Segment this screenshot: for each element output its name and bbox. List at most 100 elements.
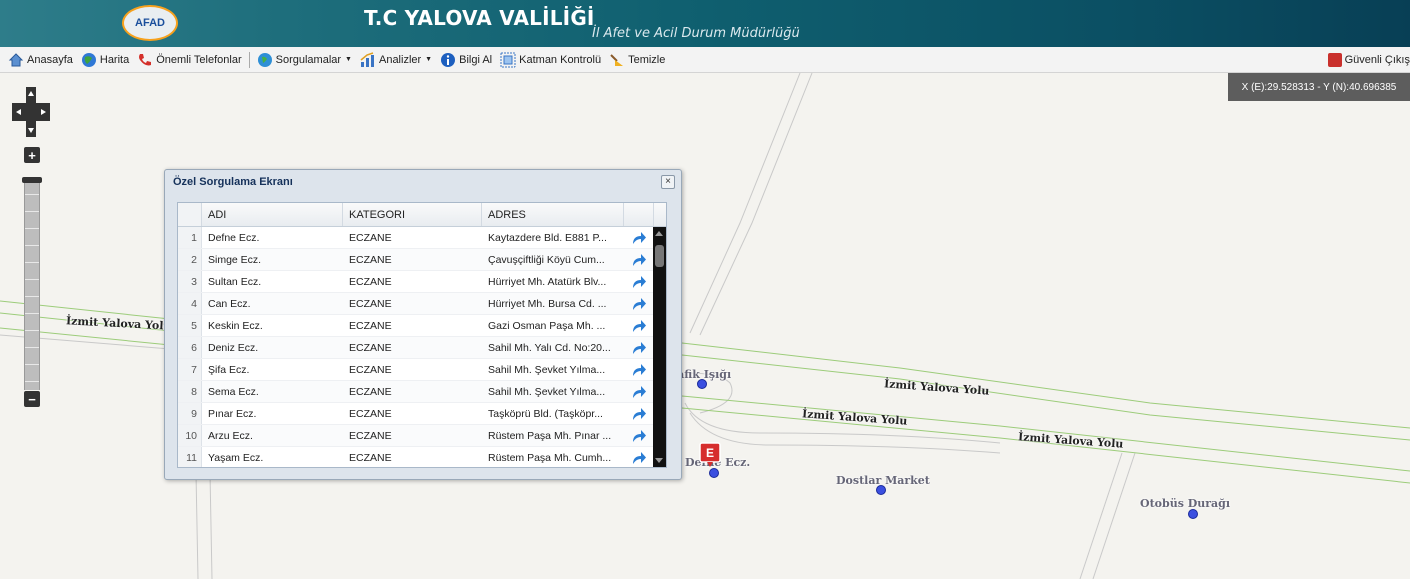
scroll-down-icon[interactable] [655, 458, 663, 463]
cell-adres: Hürriyet Mh. Bursa Cd. ... [488, 297, 607, 310]
table-row[interactable]: 6 Deniz Ecz. ECZANE Sahil Mh. Yalı Cd. No:2… [178, 337, 666, 359]
broom-icon [610, 53, 624, 66]
close-icon[interactable]: × [661, 175, 675, 189]
zoom-to-arrow-icon[interactable] [624, 447, 654, 467]
table-row[interactable]: 5 Keskin Ecz. ECZANE Gazi Osman Paşa Mh. ..… [178, 315, 666, 337]
row-number: 10 [178, 425, 202, 446]
zoom-in-button[interactable]: + [24, 147, 40, 163]
toolbar-sorgulamalar-menu[interactable]: Sorgulamalar ▼ [253, 49, 356, 71]
search-globe-icon [257, 52, 272, 67]
row-number-header [178, 203, 202, 226]
afad-logo[interactable]: AFAD [122, 5, 178, 41]
cell-adi: Simge Ecz. [208, 253, 262, 266]
table-row[interactable]: 9 Pınar Ecz. ECZANE Taşköprü Bld. (Taşköpr.… [178, 403, 666, 425]
toolbar-harita-button[interactable]: Harita [77, 49, 133, 71]
cell-adi: Yaşam Ecz. [208, 451, 264, 464]
cell-adi: Defne Ecz. [208, 231, 260, 244]
query-dialog: Özel Sorgulama Ekranı × ADI KATEGORI ADR… [164, 169, 682, 480]
zoom-to-arrow-icon[interactable] [624, 425, 654, 446]
table-row[interactable]: 7 Şifa Ecz. ECZANE Sahil Mh. Şevket Yılma..… [178, 359, 666, 381]
market-marker[interactable] [876, 485, 886, 495]
zoom-to-arrow-icon[interactable] [624, 249, 654, 270]
row-number: 3 [178, 271, 202, 292]
zoom-to-arrow-icon[interactable] [624, 359, 654, 380]
logout-icon [1327, 53, 1342, 67]
column-header-kategori[interactable]: KATEGORI [343, 203, 482, 226]
chevron-down-icon: ▼ [425, 56, 433, 63]
table-row[interactable]: 10 Arzu Ecz. ECZANE Rüstem Paşa Mh. Pınar .… [178, 425, 666, 447]
cell-kategori: ECZANE [349, 319, 392, 332]
logo-text: AFAD [135, 17, 165, 29]
coordinate-readout: X (E):29.528313 - Y (N):40.696385 [1228, 73, 1410, 101]
toolbar-item-label: Anasayfa [27, 53, 73, 66]
toolbar-separator [248, 51, 250, 68]
row-number: 4 [178, 293, 202, 314]
cell-adi: Pınar Ecz. [208, 407, 257, 420]
row-number: 7 [178, 359, 202, 380]
pan-control[interactable] [10, 85, 52, 139]
cell-adi: Sema Ecz. [208, 385, 259, 398]
zoom-to-arrow-icon[interactable] [624, 315, 654, 336]
cell-adres: Sahil Mh. Şevket Yılma... [488, 363, 606, 376]
toolbar-item-label: Bilgi Al [459, 53, 493, 66]
table-row[interactable]: 8 Sema Ecz. ECZANE Sahil Mh. Şevket Yılma..… [178, 381, 666, 403]
scroll-thumb[interactable] [655, 245, 664, 267]
table-body: 1 Defne Ecz. ECZANE Kaytazdere Bld. E881 P.… [178, 227, 666, 467]
column-header-adres[interactable]: ADRES [482, 203, 624, 226]
scroll-up-icon[interactable] [655, 231, 663, 236]
phone-icon [139, 53, 152, 65]
cell-kategori: ECZANE [349, 253, 392, 266]
chevron-down-icon: ▼ [345, 56, 352, 63]
pharmacy-pin-icon[interactable]: E [699, 442, 721, 468]
row-number: 9 [178, 403, 202, 424]
toolbar-katman-kontrolu-button[interactable]: Katman Kontrolü [496, 49, 605, 71]
page-subtitle: İl Afet ve Acil Durum Müdürlüğü [592, 26, 800, 41]
cell-adres: Rüstem Paşa Mh. Pınar ... [488, 429, 612, 442]
toolbar-analizler-menu[interactable]: Analizler ▼ [356, 49, 436, 71]
row-number: 8 [178, 381, 202, 402]
cell-kategori: ECZANE [349, 385, 392, 398]
cell-adres: Rüstem Paşa Mh. Cumh... [488, 451, 612, 464]
traffic-light-marker[interactable] [697, 379, 707, 389]
zoom-to-arrow-icon[interactable] [624, 271, 654, 292]
zoom-to-arrow-icon[interactable] [624, 227, 654, 248]
table-row[interactable]: 2 Simge Ecz. ECZANE Çavuşçiftliği Köyü Cum.… [178, 249, 666, 271]
bus-stop-marker[interactable] [1188, 509, 1198, 519]
cell-kategori: ECZANE [349, 407, 392, 420]
table-row[interactable]: 4 Can Ecz. ECZANE Hürriyet Mh. Bursa Cd. ..… [178, 293, 666, 315]
logout-button[interactable]: Güvenli Çıkış [1327, 47, 1410, 73]
zoom-to-arrow-icon[interactable] [624, 293, 654, 314]
zoom-to-arrow-icon[interactable] [624, 381, 654, 402]
toolbar-bilgi-al-button[interactable]: Bilgi Al [436, 49, 496, 71]
table-scrollbar[interactable] [653, 227, 666, 467]
toolbar-telefonlar-button[interactable]: Önemli Telefonlar [133, 49, 245, 71]
results-table: ADI KATEGORI ADRES 1 Defne Ecz. ECZANE Kayt… [177, 202, 667, 468]
cell-adres: Sahil Mh. Yalı Cd. No:20... [488, 341, 611, 354]
poi-label: Otobüs Durağı [1140, 497, 1231, 510]
cell-adi: Keskin Ecz. [208, 319, 263, 332]
cell-adi: Sultan Ecz. [208, 275, 262, 288]
app-header: AFAD T.C YALOVA VALİLİĞİ İl Afet ve Acil… [0, 0, 1410, 47]
zoom-to-arrow-icon[interactable] [624, 403, 654, 424]
table-row[interactable]: 1 Defne Ecz. ECZANE Kaytazdere Bld. E881 P.… [178, 227, 666, 249]
toolbar-temizle-button[interactable]: Temizle [605, 49, 669, 71]
zoom-out-button[interactable]: − [24, 391, 40, 407]
table-row[interactable]: 3 Sultan Ecz. ECZANE Hürriyet Mh. Atatürk B… [178, 271, 666, 293]
logout-label: Güvenli Çıkış [1344, 54, 1410, 66]
pharmacy-marker[interactable] [709, 468, 719, 478]
cell-adi: Arzu Ecz. [208, 429, 253, 442]
cell-kategori: ECZANE [349, 341, 392, 354]
zoom-to-arrow-icon[interactable] [624, 337, 654, 358]
toolbar-item-label: Analizler [378, 53, 422, 66]
column-header-adi[interactable]: ADI [202, 203, 343, 226]
toolbar-item-label: Katman Kontrolü [519, 53, 602, 66]
table-header: ADI KATEGORI ADRES [178, 203, 666, 227]
toolbar-anasayfa-button[interactable]: Anasayfa [4, 49, 77, 71]
row-number: 1 [178, 227, 202, 248]
zoom-slider-track[interactable] [24, 178, 40, 390]
table-row[interactable]: 11 Yaşam Ecz. ECZANE Rüstem Paşa Mh. Cumh..… [178, 447, 666, 467]
toolbar-item-label: Temizle [628, 53, 666, 66]
cell-adi: Can Ecz. [208, 297, 251, 310]
zoom-slider-handle[interactable] [22, 177, 42, 183]
cell-adres: Çavuşçiftliği Köyü Cum... [488, 253, 605, 266]
